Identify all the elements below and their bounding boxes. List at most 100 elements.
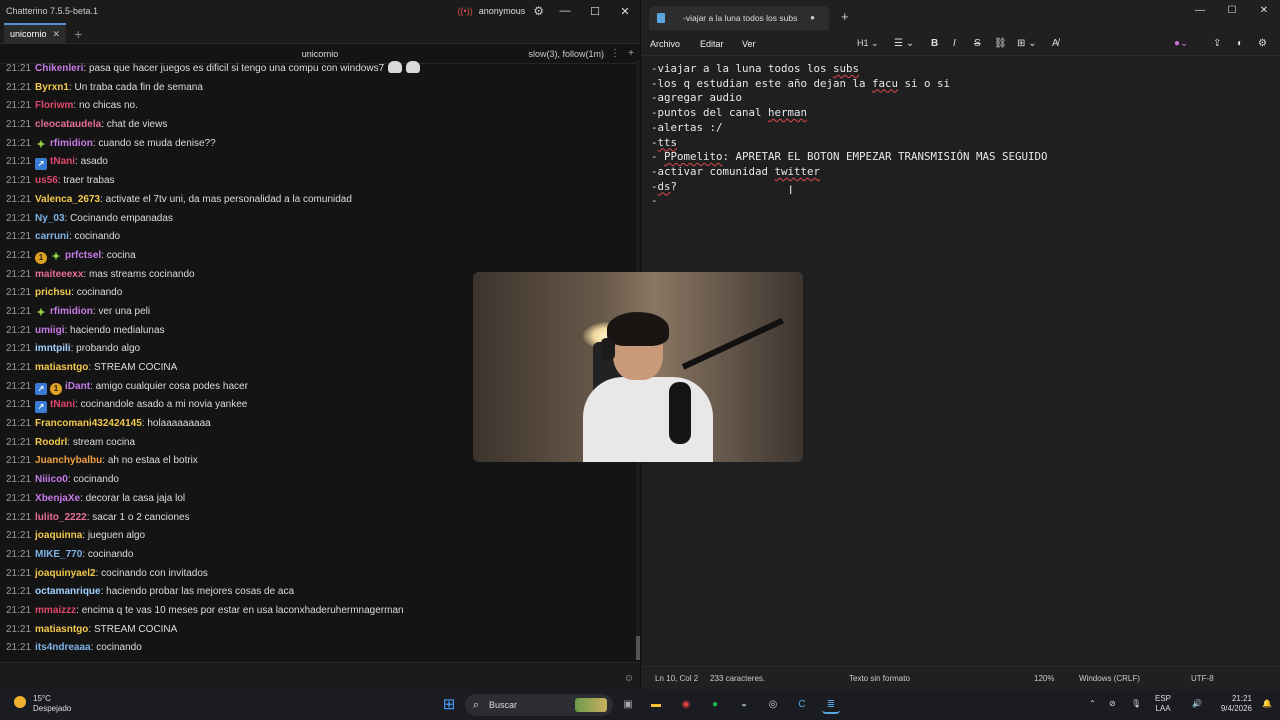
star-badge-icon[interactable]: ✦ — [50, 251, 62, 263]
text-line[interactable]: -activar comunidad twitter — [651, 165, 1280, 180]
maximize-button[interactable]: ☐ — [1216, 0, 1248, 22]
text-line[interactable]: -alertas :/ — [651, 121, 1280, 136]
scrollbar-thumb[interactable] — [636, 636, 640, 660]
heading-dropdown[interactable]: H1 ⌄ — [857, 38, 879, 49]
bold-icon[interactable]: B — [931, 38, 938, 49]
menu-archivo[interactable]: Archivo — [650, 39, 680, 49]
mic-icon[interactable]: 🎙 — [1131, 699, 1141, 708]
message-username[interactable]: matiasntgo — [35, 624, 88, 635]
notification-icon[interactable]: 🔔 — [1262, 699, 1272, 708]
message-username[interactable]: joaquinyael2 — [35, 568, 96, 579]
encoding[interactable]: UTF-8 — [1191, 674, 1214, 683]
message-username[interactable]: MIKE_770 — [35, 549, 82, 560]
gear-icon[interactable]: ⚙ — [533, 4, 544, 18]
text-line[interactable]: -ds? — [651, 180, 1280, 195]
menu-ver[interactable]: Ver — [742, 39, 756, 49]
unsaved-indicator[interactable]: ● — [810, 13, 815, 22]
task-view-icon[interactable]: ▣ — [619, 696, 637, 714]
message-username[interactable]: Juanchybalbu — [35, 455, 102, 466]
signal-icon[interactable]: ((•)) — [458, 6, 473, 16]
message-username[interactable]: Floriwm — [35, 100, 73, 111]
text-line[interactable]: - — [651, 194, 1280, 209]
add-tab-icon[interactable]: + — [74, 25, 82, 43]
notepad-taskbar-icon[interactable]: ≣ — [822, 696, 840, 714]
text-line[interactable]: -agregar audio — [651, 91, 1280, 106]
message-username[interactable]: mmaizzz — [35, 605, 76, 616]
account-icon[interactable]: ◐ — [1237, 38, 1243, 49]
menu-editar[interactable]: Editar — [700, 39, 724, 49]
search-box[interactable]: ⌕ Buscar — [465, 694, 613, 716]
link-icon[interactable]: ⛓ — [994, 38, 1007, 49]
message-username[interactable]: maiteeexx — [35, 269, 83, 280]
chat-input[interactable]: ☺ — [0, 662, 640, 690]
close-icon[interactable]: ✕ — [53, 29, 61, 40]
volume-icon[interactable]: 🔊 — [1192, 699, 1202, 708]
star-badge-icon[interactable]: ✦ — [35, 139, 47, 151]
message-username[interactable]: Niiico0 — [35, 474, 68, 485]
obs-icon[interactable]: ◎ — [764, 696, 782, 714]
minimize-button[interactable]: — — [1184, 0, 1216, 22]
table-icon[interactable]: ⊞ ⌄ — [1017, 38, 1037, 49]
misspelled-word[interactable]: ds — [658, 180, 671, 193]
sub-badge-icon[interactable]: ↗ — [35, 158, 48, 171]
list-icon[interactable]: ☰ ⌄ — [894, 38, 914, 49]
message-username[interactable]: matiasntgo — [35, 362, 88, 373]
text-line[interactable]: - PPomelito: APRETAR EL BOTON EMPEZAR TR… — [651, 150, 1280, 165]
misspelled-word[interactable]: PPomelito — [664, 150, 723, 163]
misspelled-word[interactable]: twitter — [775, 165, 821, 178]
message-username[interactable]: tNani — [50, 399, 75, 410]
message-username[interactable]: us56 — [35, 175, 58, 186]
text-line[interactable]: -tts — [651, 136, 1280, 151]
strikethrough-icon[interactable]: S — [974, 38, 981, 49]
chatterino-icon[interactable]: C — [793, 696, 811, 714]
message-username[interactable]: XbenjaXe — [35, 493, 80, 504]
message-username[interactable]: rfimidion — [50, 306, 93, 317]
sub-badge-icon[interactable]: ↗ — [35, 401, 48, 414]
start-icon[interactable]: ⊞ — [440, 696, 458, 714]
copilot-icon[interactable]: ●⌄ — [1174, 38, 1188, 49]
misspelled-word[interactable]: facu — [872, 77, 898, 90]
coin-badge-icon[interactable]: 1 — [50, 382, 63, 395]
tray-overflow-icon[interactable]: ⌃ — [1089, 699, 1096, 708]
message-username[interactable]: octamanrique — [35, 586, 101, 597]
message-username[interactable]: carruni — [35, 231, 69, 242]
message-username[interactable]: tNani — [50, 156, 75, 167]
text-line[interactable]: -puntos del canal herman — [651, 106, 1280, 121]
ghost-emote-icon[interactable] — [406, 61, 421, 73]
misspelled-word[interactable]: tts — [658, 136, 678, 149]
star-badge-icon[interactable]: ✦ — [35, 307, 47, 319]
message-username[interactable]: prichsu — [35, 287, 71, 298]
message-username[interactable]: lulito_2222 — [35, 512, 87, 523]
format-status[interactable]: Texto sin formato — [849, 674, 910, 683]
close-button[interactable]: ✕ — [1248, 0, 1280, 22]
maximize-button[interactable]: ☐ — [580, 5, 610, 18]
message-username[interactable]: Roodrl — [35, 437, 67, 448]
message-username[interactable]: Francomani432424145 — [35, 418, 142, 429]
italic-icon[interactable]: I — [953, 38, 956, 49]
minimize-button[interactable]: — — [550, 5, 580, 17]
message-username[interactable]: iDant — [65, 381, 90, 392]
message-username[interactable]: Valenca_2673 — [35, 194, 100, 205]
close-button[interactable]: ✕ — [610, 5, 640, 18]
emoji-icon[interactable]: ☺ — [624, 673, 634, 684]
message-username[interactable]: Ny_03 — [35, 213, 64, 224]
notepad-tab[interactable]: -viajar a la luna todos los subs ● — [649, 6, 829, 30]
zoom-level[interactable]: 120% — [1034, 674, 1054, 683]
message-username[interactable]: Byrxn1 — [35, 82, 69, 93]
text-line[interactable]: -viajar a la luna todos los subs — [651, 62, 1280, 77]
message-username[interactable]: rfimidion — [50, 138, 93, 149]
settings-icon[interactable]: ⚙ — [1258, 38, 1267, 49]
network-icon[interactable]: ⊘ — [1109, 699, 1116, 708]
tab-unicornio[interactable]: unicornio ✕ — [4, 23, 67, 43]
text-line[interactable]: -los q estudian este año dejan la facu s… — [651, 77, 1280, 92]
message-username[interactable]: joaquinna — [35, 530, 82, 541]
clear-format-icon[interactable]: A̸ — [1052, 38, 1059, 49]
ghost-emote-icon[interactable] — [388, 61, 403, 73]
message-username[interactable]: imntpili — [35, 343, 71, 354]
chrome-icon[interactable]: ◉ — [677, 696, 695, 714]
steam-icon[interactable]: ◒ — [735, 696, 753, 714]
account-name[interactable]: anonymous — [479, 6, 526, 16]
clock[interactable]: 21:21 9/4/2026 — [1216, 694, 1252, 714]
misspelled-word[interactable]: herman — [768, 106, 807, 119]
sub-badge-icon[interactable]: ↗ — [35, 382, 48, 395]
